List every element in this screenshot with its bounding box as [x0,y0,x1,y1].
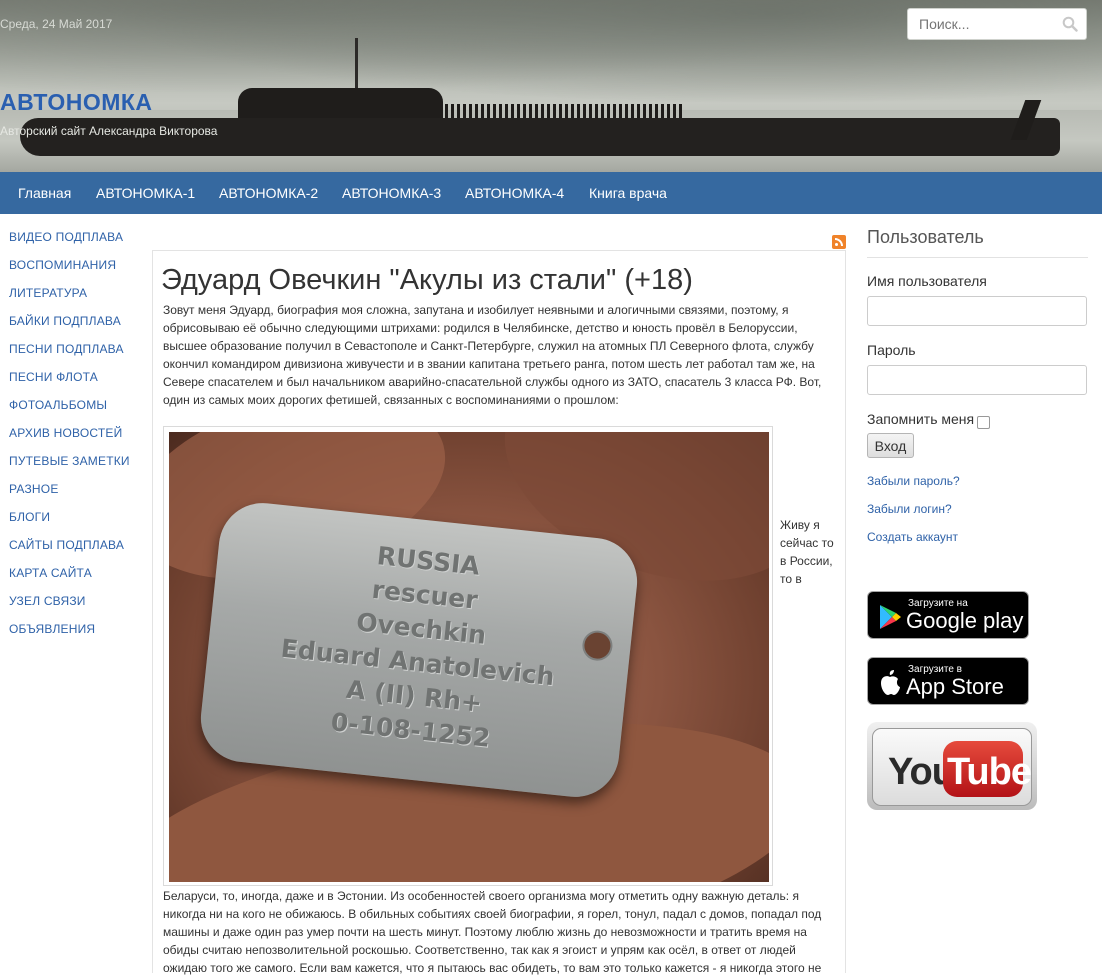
login-divider [867,257,1088,258]
youtube-badge-inner: You Tube [872,728,1032,806]
create-account-link[interactable]: Создать аккаунт [867,530,958,544]
rss-icon[interactable] [832,235,846,249]
menu-item-video[interactable]: ВИДЕО ПОДПЛАВА [9,230,130,258]
menu-item-memories[interactable]: ВОСПОМИНАНИЯ [9,258,130,286]
dog-tag-photo: RUSSIA rescuer Ovechkin Eduard Anatolevi… [169,432,769,882]
header-date: Среда, 24 Май 2017 [0,17,113,31]
article-title: Эдуард Овечкин "Акулы из стали" (+18) [161,264,693,296]
forgot-password-link[interactable]: Забыли пароль? [867,474,960,488]
nav-item-avtonomka-3[interactable]: АВТОНОМКА-3 [342,185,441,201]
youtube-badge[interactable]: You Tube [867,722,1037,810]
main-nav: Главная АВТОНОМКА-1 АВТОНОМКА-2 АВТОНОМК… [0,172,1102,214]
nav-item-home[interactable]: Главная [18,185,71,201]
menu-item-blogs[interactable]: БЛОГИ [9,510,130,538]
login-heading: Пользователь [867,227,984,247]
remember-checkbox[interactable] [977,416,990,429]
site-description: Авторский сайт Александра Викторова [0,124,218,138]
nav-item-avtonomka-2[interactable]: АВТОНОМКА-2 [219,185,318,201]
menu-item-photo-albums[interactable]: ФОТОАЛЬБОМЫ [9,398,130,426]
search-input[interactable] [919,16,1049,32]
apple-icon [881,670,900,695]
dog-tag-hole [580,629,614,663]
header-banner: Среда, 24 Май 2017 АВТОНОМКА Авторский с… [0,0,1102,172]
article-continuation: Беларуси, то, иногда, даже и в Эстонии. … [163,889,822,975]
remember-label: Запомнить меня [867,411,975,427]
menu-item-literature[interactable]: ЛИТЕРАТУРА [9,286,130,314]
dog-tag: RUSSIA rescuer Ovechkin Eduard Anatolevi… [196,498,642,802]
app-store-big-text: App Store [906,674,1004,699]
google-play-big-text: Google play [906,608,1024,633]
password-field[interactable] [867,365,1087,395]
menu-item-contact[interactable]: УЗЕЛ СВЯЗИ [9,594,130,622]
nav-item-doctor-book[interactable]: Книга врача [589,185,667,201]
search-icon[interactable] [1062,16,1078,32]
search-box[interactable] [907,8,1087,40]
username-label: Имя пользователя [867,273,987,289]
app-store-badge[interactable]: Загрузите в App Store [867,657,1029,705]
forgot-login-link[interactable]: Забыли логин? [867,502,952,516]
dog-tag-engraving: RUSSIA rescuer Ovechkin Eduard Anatolevi… [260,529,580,763]
site-title[interactable]: АВТОНОМКА [0,89,153,116]
left-menu: ВИДЕО ПОДПЛАВА ВОСПОМИНАНИЯ ЛИТЕРАТУРА Б… [9,230,130,650]
banner-mast [355,38,358,90]
username-field[interactable] [867,296,1087,326]
menu-item-submarine-songs[interactable]: ПЕСНИ ПОДПЛАВА [9,342,130,370]
google-play-badge[interactable]: Загрузите на Google play [867,591,1029,639]
menu-item-sites[interactable]: САЙТЫ ПОДПЛАВА [9,538,130,566]
menu-item-fleet-songs[interactable]: ПЕСНИ ФЛОТА [9,370,130,398]
youtube-tube-text: Tube [947,751,1032,793]
menu-item-tales[interactable]: БАЙКИ ПОДПЛАВА [9,314,130,342]
menu-item-news-archive[interactable]: АРХИВ НОВОСТЕЙ [9,426,130,454]
nav-item-avtonomka-1[interactable]: АВТОНОМКА-1 [96,185,195,201]
menu-item-travel-notes[interactable]: ПУТЕВЫЕ ЗАМЕТКИ [9,454,130,482]
password-label: Пароль [867,342,916,358]
menu-item-misc[interactable]: РАЗНОЕ [9,482,130,510]
submarine-crew [445,104,685,118]
google-play-icon [880,605,901,629]
article-photo-frame: RUSSIA rescuer Ovechkin Eduard Anatolevi… [163,426,773,886]
nav-item-avtonomka-4[interactable]: АВТОНОМКА-4 [465,185,564,201]
article-intro: Зовут меня Эдуард, биография моя сложна,… [163,303,822,407]
menu-item-ads[interactable]: ОБЪЯВЛЕНИЯ [9,622,130,650]
menu-item-sitemap[interactable]: КАРТА САЙТА [9,566,130,594]
article-aside-text: Живу я сейчас то в России, то в [780,518,834,586]
login-button[interactable]: Вход [867,433,914,458]
submarine-tower [238,88,443,120]
